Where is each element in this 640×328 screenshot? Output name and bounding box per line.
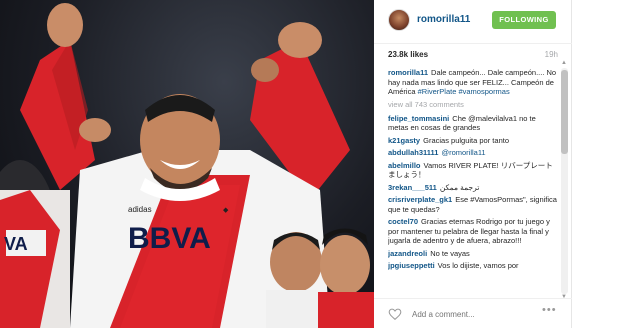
avatar[interactable] [388, 9, 410, 31]
comment-item: abelmillo Vamos RIVER PLATE! リバープレートましょう！ [388, 161, 558, 180]
post-time[interactable]: 19h [545, 50, 558, 59]
view-all-comments-link[interactable]: view all 743 comments [388, 100, 558, 109]
add-comment-input[interactable] [412, 307, 522, 321]
comment-item: jazandreoli No te vayas [388, 249, 558, 259]
jersey-sponsor-text: BBVA [128, 222, 211, 255]
following-button[interactable]: FOLLOWING [492, 11, 556, 29]
comment-username[interactable]: jpgiuseppetti [388, 261, 435, 270]
comment-text[interactable]: @romorilla11 [441, 148, 485, 157]
post-actions: ••• [374, 298, 572, 328]
comments-list[interactable]: romorilla11 Dale campeón... Dale campeón.… [388, 68, 558, 294]
comment-text: Vos lo dijiste, vamos por [437, 261, 519, 270]
comment-username[interactable]: felipe_tommasini [388, 114, 449, 123]
comment-text: Gracias pulguita por tanto [423, 135, 509, 145]
more-options-icon[interactable]: ••• [542, 304, 557, 316]
post-author-username[interactable]: romorilla11 [417, 14, 470, 25]
comment-item: felipe_tommasini Che @malevilalva1 no te … [388, 114, 558, 133]
comment-username[interactable]: k21gasty [388, 136, 420, 145]
comment-username[interactable]: coctel70 [388, 217, 418, 226]
comment-text: ترجمة ممكن [439, 182, 480, 192]
comment-username[interactable]: crisriverplate_gk1 [388, 195, 452, 204]
comment-item: abdullah31111 @romorilla11 [388, 148, 558, 158]
comment-item: jpgiuseppetti Vos lo dijiste, vamos por [388, 261, 558, 271]
comment-username[interactable]: abelmillo [388, 161, 421, 170]
comment-text: No te vayas [430, 248, 470, 258]
comment-username[interactable]: jazandreoli [388, 249, 427, 258]
comment-username[interactable]: abdullah31111 [388, 148, 438, 157]
post-header: romorilla11 FOLLOWING [374, 0, 572, 44]
comments-scrollbar-thumb[interactable] [561, 70, 568, 154]
likes-count[interactable]: 23.8k likes [388, 50, 428, 59]
svg-text:adidas: adidas [128, 205, 152, 214]
comment-item: k21gasty Gracias pulguita por tanto [388, 136, 558, 146]
comment-item: 3rekan___511 ترجمة ممكن [388, 183, 558, 193]
caption-hashtags[interactable]: #RiverPlate #vamospormas [418, 87, 510, 96]
post-stats: 23.8k likes 19h [388, 50, 558, 64]
svg-text:◆: ◆ [223, 207, 229, 214]
comment-username[interactable]: 3rekan___511 [388, 183, 437, 192]
page-background [572, 0, 640, 328]
comment-item: crisriverplate_gk1 Ese #VamosPormas", sig… [388, 195, 558, 214]
scroll-up-icon[interactable]: ▲ [561, 60, 567, 66]
comment-username[interactable]: romorilla11 [388, 68, 428, 77]
post-details-panel: romorilla11 FOLLOWING 23.8k likes 19h ro… [374, 0, 572, 328]
svg-text:VA: VA [4, 234, 28, 254]
comment-item: coctel70 Gracias eternas Rodrigo por tu j… [388, 217, 558, 246]
heart-icon[interactable] [388, 307, 402, 320]
post-photo[interactable]: adidas ◆ BBVA VA [0, 0, 374, 328]
photo-illustration: adidas ◆ BBVA VA [0, 3, 374, 328]
caption: romorilla11 Dale campeón... Dale campeón.… [388, 68, 558, 97]
